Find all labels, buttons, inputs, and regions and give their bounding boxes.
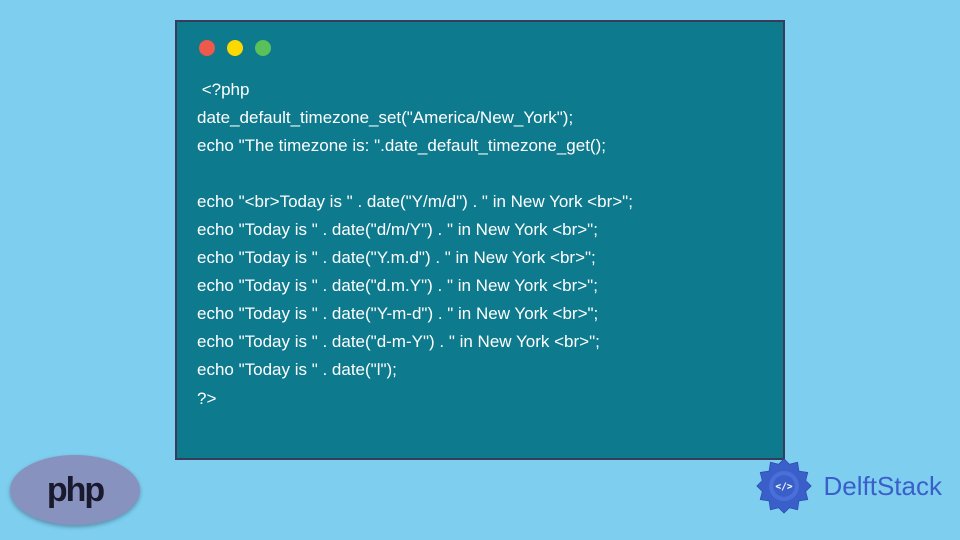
code-line: <?php [197,80,249,99]
svg-text:</>: </> [775,481,792,492]
delftstack-gear-icon: </> [750,452,818,520]
code-window: <?php date_default_timezone_set("America… [175,20,785,460]
window-controls [199,40,763,56]
code-line: echo "<br>Today is " . date("Y/m/d") . "… [197,192,633,211]
delftstack-logo-text: DelftStack [824,471,943,502]
code-line: date_default_timezone_set("America/New_Y… [197,108,573,127]
php-logo-ellipse: php [10,455,140,525]
php-logo: php [10,455,140,525]
code-line: echo "Today is " . date("Y-m-d") . " in … [197,304,598,323]
code-content: <?php date_default_timezone_set("America… [197,76,763,413]
delftstack-logo: </> DelftStack [750,452,943,520]
code-line: echo "Today is " . date("d-m-Y") . " in … [197,332,600,351]
window-maximize-icon [255,40,271,56]
code-line: ?> [197,389,216,408]
code-line: echo "The timezone is: ".date_default_ti… [197,136,606,155]
window-minimize-icon [227,40,243,56]
php-logo-text: php [47,471,103,510]
code-line: echo "Today is " . date("d/m/Y") . " in … [197,220,598,239]
code-line: echo "Today is " . date("d.m.Y") . " in … [197,276,598,295]
code-line: echo "Today is " . date("l"); [197,360,397,379]
code-line: echo "Today is " . date("Y.m.d") . " in … [197,248,596,267]
window-close-icon [199,40,215,56]
